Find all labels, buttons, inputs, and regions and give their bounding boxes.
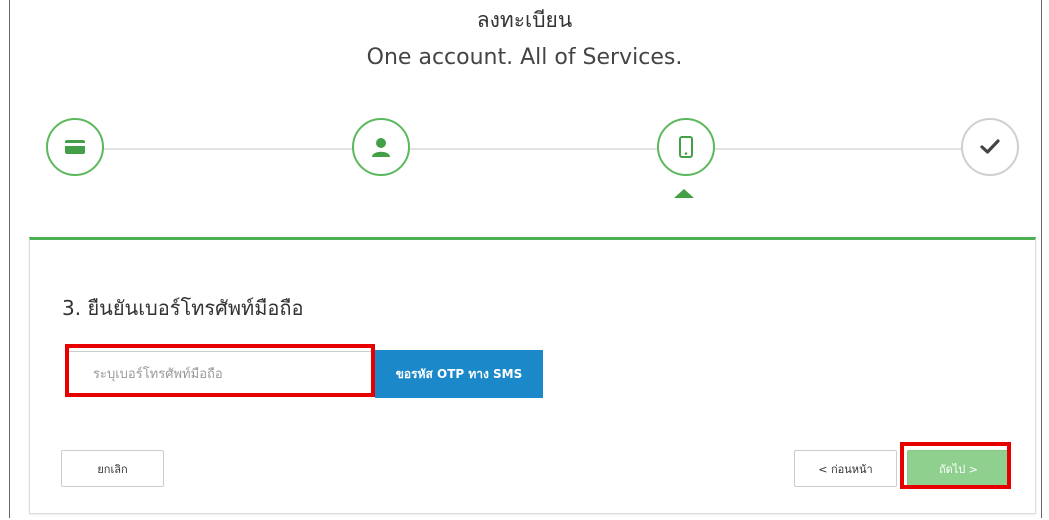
page-title: ลงทะเบียน	[476, 8, 573, 32]
cancel-button[interactable]: ยกเลิก	[61, 450, 164, 487]
next-button[interactable]: ถัดไป >	[907, 450, 1010, 487]
steps-progress-line	[76, 148, 991, 150]
active-step-pointer	[674, 189, 694, 198]
credit-card-icon	[65, 140, 85, 154]
step-mobile	[657, 118, 715, 176]
phone-number-input[interactable]	[66, 351, 375, 397]
checkmark-icon	[980, 139, 1000, 154]
step-complete	[961, 118, 1019, 176]
mobile-phone-icon	[679, 136, 693, 158]
form-card: 3. ยืนยันเบอร์โทรศัพท์มือถือ ขอรหัส OTP …	[29, 237, 1036, 514]
step-card	[46, 118, 104, 176]
page-subtitle: One account. All of Services.	[366, 45, 683, 70]
step-user	[352, 118, 410, 176]
form-heading: 3. ยืนยันเบอร์โทรศัพท์มือถือ	[62, 296, 304, 320]
user-icon	[372, 138, 390, 157]
request-otp-button[interactable]: ขอรหัส OTP ทาง SMS	[375, 350, 543, 398]
previous-button[interactable]: < ก่อนหน้า	[794, 450, 897, 487]
